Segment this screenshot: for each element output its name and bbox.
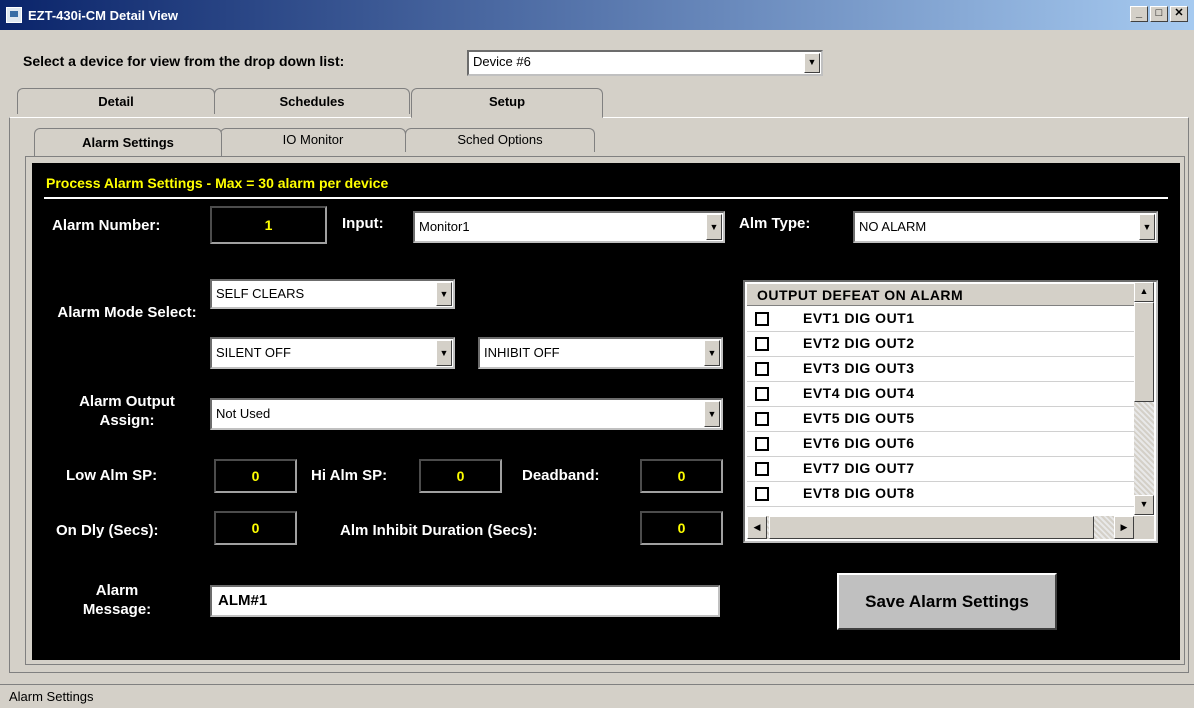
tab-detail-label: Detail: [98, 94, 134, 109]
header-divider: [44, 197, 1168, 199]
tab-alarm-settings-label: Alarm Settings: [82, 135, 174, 150]
on-dly-label: On Dly (Secs):: [56, 522, 159, 539]
alarm-message-field[interactable]: ALM#1: [210, 585, 720, 617]
list-item-label: EVT2 DIG OUT2: [803, 335, 915, 351]
inhibit-dropdown-value: INHIBIT OFF: [484, 345, 560, 360]
output-assign-dropdown-value: Not Used: [216, 406, 271, 421]
tab-schedules[interactable]: Schedules: [214, 88, 410, 114]
scroll-thumb[interactable]: [769, 516, 1094, 539]
window-controls: _ □ ✕: [1130, 6, 1188, 22]
device-select-label: Select a device for view from the drop d…: [23, 53, 345, 69]
list-item-label: EVT7 DIG OUT7: [803, 460, 915, 476]
tab-detail[interactable]: Detail: [17, 88, 215, 114]
tab-alarm-settings[interactable]: Alarm Settings: [34, 128, 222, 156]
chevron-down-icon[interactable]: ▼: [436, 340, 452, 366]
tab-io-monitor-label: IO Monitor: [282, 132, 344, 147]
checkbox[interactable]: [755, 362, 769, 376]
list-item[interactable]: EVT7 DIG OUT7: [747, 457, 1134, 482]
input-dropdown[interactable]: Monitor1 ▼: [413, 211, 725, 243]
alm-type-dropdown-value: NO ALARM: [859, 219, 927, 234]
alarm-number-field[interactable]: 1: [210, 206, 327, 244]
list-item[interactable]: EVT4 DIG OUT4: [747, 382, 1134, 407]
list-header: OUTPUT DEFEAT ON ALARM: [747, 284, 1134, 306]
scroll-up-button[interactable]: ▲: [1134, 282, 1154, 302]
chevron-down-icon[interactable]: ▼: [804, 53, 820, 73]
alarm-mode-dropdown-value: SELF CLEARS: [216, 286, 305, 301]
input-dropdown-value: Monitor1: [419, 219, 470, 234]
chevron-down-icon[interactable]: ▼: [704, 340, 720, 366]
list-item-label: EVT3 DIG OUT3: [803, 360, 915, 376]
alarm-mode-label: Alarm Mode Select:: [57, 304, 197, 321]
panel-header: Process Alarm Settings - Max = 30 alarm …: [46, 175, 389, 191]
scroll-right-button[interactable]: ▶: [1114, 516, 1134, 539]
checkbox[interactable]: [755, 337, 769, 351]
list-item[interactable]: EVT1 DIG OUT1: [747, 307, 1134, 332]
chevron-down-icon[interactable]: ▼: [706, 214, 722, 240]
close-button[interactable]: ✕: [1170, 6, 1188, 22]
alm-type-label: Alm Type:: [739, 215, 811, 232]
scroll-thumb[interactable]: [1134, 302, 1154, 402]
tab-io-monitor[interactable]: IO Monitor: [220, 128, 406, 152]
alm-inhibit-duration-label: Alm Inhibit Duration (Secs):: [340, 522, 538, 539]
tab-sched-options-label: Sched Options: [457, 132, 543, 147]
silent-dropdown-value: SILENT OFF: [216, 345, 291, 360]
checkbox[interactable]: [755, 462, 769, 476]
vertical-scrollbar[interactable]: ▲ ▼: [1134, 282, 1154, 515]
scroll-down-button[interactable]: ▼: [1134, 495, 1154, 515]
deadband-label: Deadband:: [522, 467, 600, 484]
alarm-number-label: Alarm Number:: [52, 217, 161, 234]
list-item-label: EVT6 DIG OUT6: [803, 435, 915, 451]
status-bar: Alarm Settings: [0, 684, 1194, 708]
hi-alm-sp-label: Hi Alm SP:: [311, 467, 388, 484]
checkbox[interactable]: [755, 412, 769, 426]
low-alm-sp-field[interactable]: 0: [214, 459, 297, 493]
tab-setup-label: Setup: [488, 94, 526, 109]
hi-alm-sp-field[interactable]: 0: [419, 459, 502, 493]
tab-sched-options[interactable]: Sched Options: [405, 128, 595, 152]
low-alm-sp-label: Low Alm SP:: [66, 467, 158, 484]
status-text: Alarm Settings: [9, 689, 94, 704]
list-item[interactable]: EVT2 DIG OUT2: [747, 332, 1134, 357]
checkbox[interactable]: [755, 387, 769, 401]
checkbox[interactable]: [755, 487, 769, 501]
silent-dropdown[interactable]: SILENT OFF ▼: [210, 337, 455, 369]
window-title: EZT-430i-CM Detail View: [28, 7, 179, 23]
scroll-left-button[interactable]: ◀: [747, 516, 767, 539]
device-dropdown-value: Device #6: [473, 54, 531, 69]
list-item[interactable]: EVT6 DIG OUT6: [747, 432, 1134, 457]
output-defeat-list[interactable]: OUTPUT DEFEAT ON ALARM EVT1 DIG OUT1 EVT…: [743, 280, 1158, 543]
checkbox[interactable]: [755, 437, 769, 451]
list-item-label: EVT1 DIG OUT1: [803, 310, 915, 326]
tab-schedules-label: Schedules: [279, 94, 345, 109]
alarm-mode-dropdown[interactable]: SELF CLEARS ▼: [210, 279, 455, 309]
chevron-down-icon[interactable]: ▼: [704, 401, 720, 427]
device-dropdown[interactable]: Device #6 ▼: [467, 50, 823, 76]
list-item-label: EVT5 DIG OUT5: [803, 410, 915, 426]
tab-setup[interactable]: Setup: [411, 88, 603, 118]
scroll-corner: [1134, 516, 1154, 539]
list-item-label: EVT8 DIG OUT8: [803, 485, 915, 501]
alarm-message-label: Alarm Message:: [82, 582, 152, 618]
deadband-field[interactable]: 0: [640, 459, 723, 493]
alm-inhibit-duration-field[interactable]: 0: [640, 511, 723, 545]
checkbox[interactable]: [755, 312, 769, 326]
chevron-down-icon[interactable]: ▼: [436, 282, 452, 306]
list-item-label: EVT4 DIG OUT4: [803, 385, 915, 401]
inhibit-dropdown[interactable]: INHIBIT OFF ▼: [478, 337, 723, 369]
maximize-button[interactable]: □: [1150, 6, 1168, 22]
minimize-button[interactable]: _: [1130, 6, 1148, 22]
on-dly-field[interactable]: 0: [214, 511, 297, 545]
output-assign-dropdown[interactable]: Not Used ▼: [210, 398, 723, 430]
alarm-output-assign-label: Alarm Output Assign:: [79, 393, 175, 429]
list-item[interactable]: EVT5 DIG OUT5: [747, 407, 1134, 432]
alm-type-dropdown[interactable]: NO ALARM ▼: [853, 211, 1158, 243]
input-label: Input:: [342, 215, 384, 232]
app-icon: [6, 7, 22, 23]
chevron-down-icon[interactable]: ▼: [1139, 214, 1155, 240]
title-bar: EZT-430i-CM Detail View _ □ ✕: [0, 0, 1194, 30]
horizontal-scrollbar[interactable]: ◀ ▶: [747, 516, 1134, 539]
save-alarm-settings-button[interactable]: Save Alarm Settings: [837, 573, 1057, 630]
list-item[interactable]: EVT8 DIG OUT8: [747, 482, 1134, 507]
list-item[interactable]: EVT3 DIG OUT3: [747, 357, 1134, 382]
